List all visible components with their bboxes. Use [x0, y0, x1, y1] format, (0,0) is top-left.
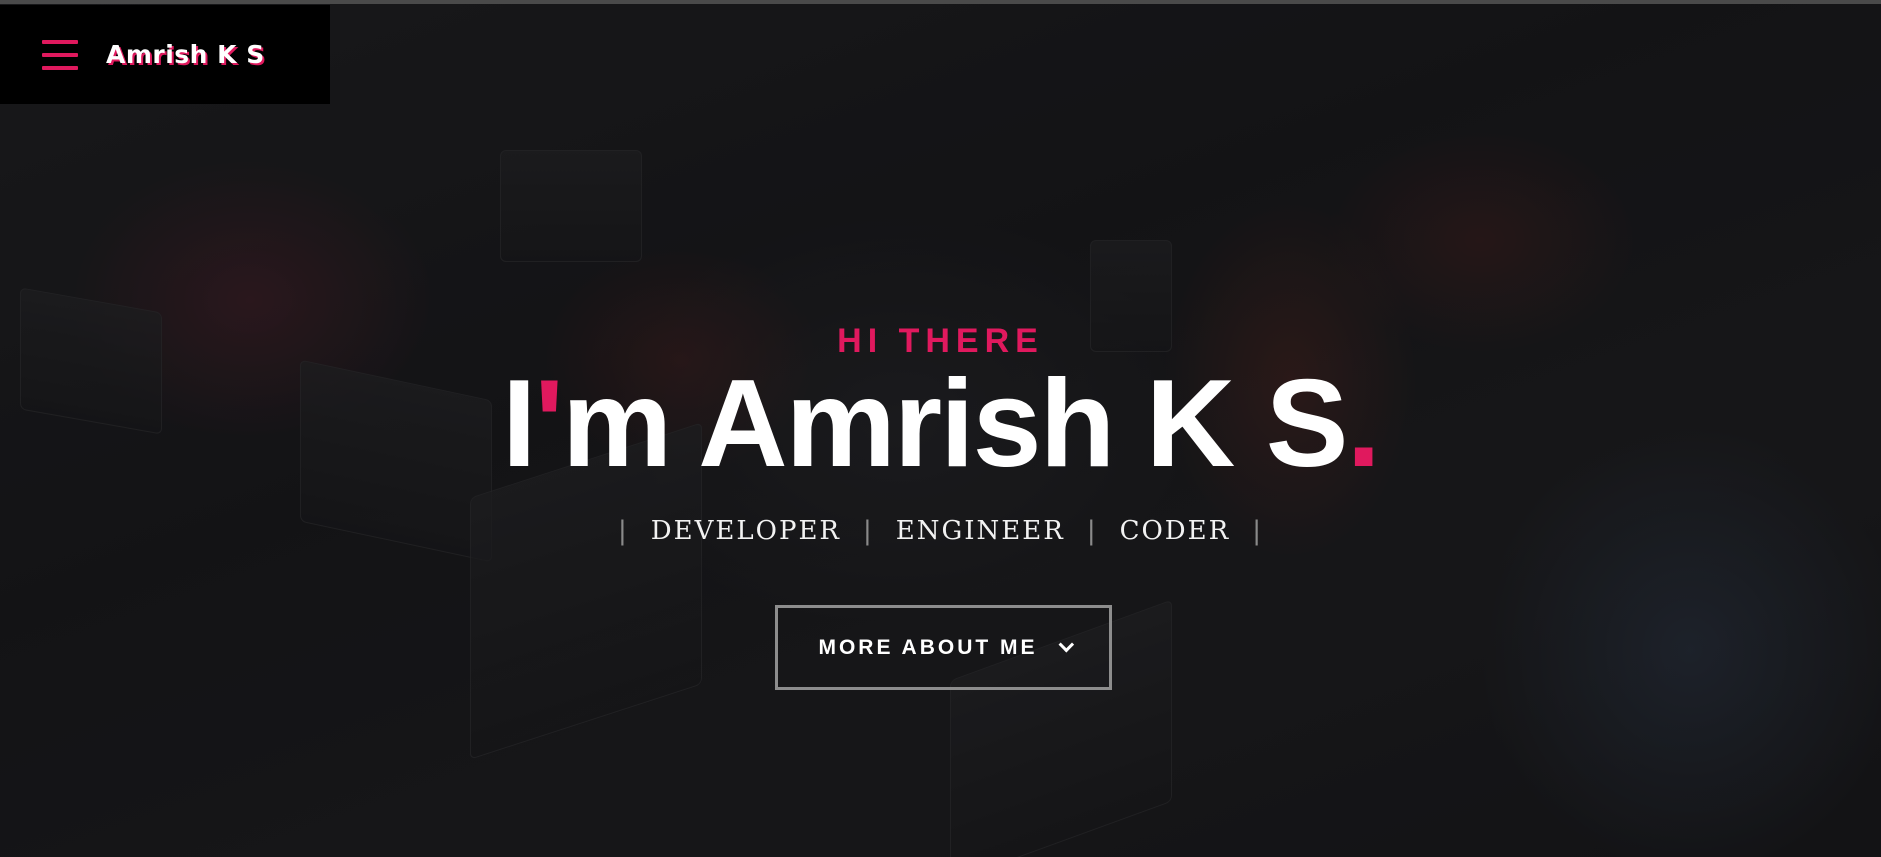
hero-roles: | DEVELOPER | ENGINEER | CODER |	[0, 516, 1881, 546]
chevron-down-icon	[1058, 636, 1074, 653]
page: Amrish K S HI THERE I'm Amrish K S. | DE…	[0, 0, 1881, 857]
role-coder: CODER	[1119, 516, 1231, 546]
headline-prefix: I	[502, 355, 536, 493]
role-developer: DEVELOPER	[650, 516, 841, 546]
more-about-me-button[interactable]: MORE ABOUT ME	[775, 605, 1112, 690]
headline-name: m Amrish K S	[562, 355, 1348, 493]
role-separator: |	[863, 516, 874, 546]
headline-apostrophe: '	[534, 355, 564, 493]
role-separator: |	[618, 516, 629, 546]
hero-headline: I'm Amrish K S.	[0, 362, 1881, 486]
more-about-me-label: MORE ABOUT ME	[818, 635, 1038, 659]
headline-period: .	[1346, 355, 1380, 493]
role-engineer: ENGINEER	[895, 516, 1065, 546]
role-separator: |	[1086, 516, 1098, 546]
role-separator: |	[1252, 516, 1263, 546]
hero-content: HI THERE I'm Amrish K S. | DEVELOPER | E…	[0, 0, 1881, 857]
